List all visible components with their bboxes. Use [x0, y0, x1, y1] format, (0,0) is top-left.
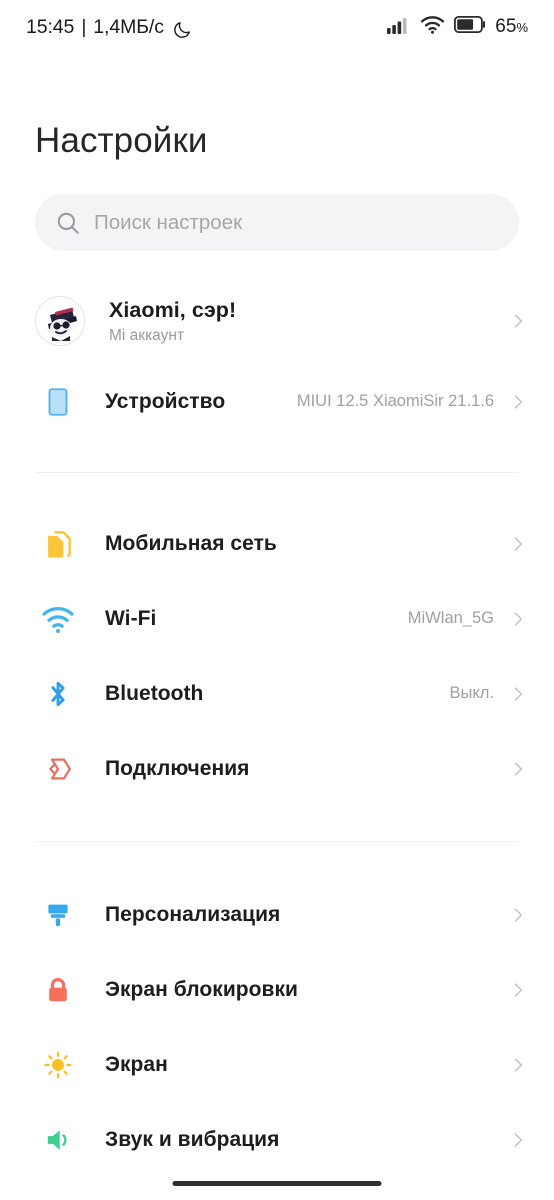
chevron-right-icon: [508, 759, 528, 779]
settings-item-label: Персонализация: [105, 902, 281, 926]
lock-icon: [35, 967, 81, 1013]
sound-labels: Звук и вибрация: [105, 1128, 494, 1152]
battery-percent-sign: %: [516, 20, 528, 35]
status-bar-clock: 15:45: [26, 15, 75, 38]
settings-item-wifi[interactable]: Wi-Fi MiWlan_5G: [0, 581, 554, 656]
settings-item-device[interactable]: Устройство MIUI 12.5 XiaomiSir 21.1.6: [0, 364, 554, 439]
settings-item-value: Выкл.: [449, 684, 494, 702]
settings-item-value: MIUI 12.5 XiaomiSir 21.1.6: [296, 392, 494, 410]
bluetooth-labels: Bluetooth: [105, 682, 450, 706]
display-labels: Экран: [105, 1053, 494, 1077]
settings-item-sound-vibration[interactable]: Звук и вибрация: [0, 1102, 554, 1177]
home-indicator[interactable]: [172, 1181, 382, 1186]
settings-item-display[interactable]: Экран: [0, 1027, 554, 1102]
mobile-network-labels: Мобильная сеть: [105, 532, 494, 556]
paintbrush-icon: [35, 892, 81, 938]
status-bar: 15:45 | 1,4МБ/с 65%: [0, 0, 554, 54]
battery-percentage: 65%: [495, 16, 528, 38]
search-input[interactable]: Поиск настроек: [35, 194, 519, 251]
settings-item-connections[interactable]: Подключения: [0, 731, 554, 806]
settings-item-label: Экран: [105, 1052, 168, 1076]
settings-item-personalization[interactable]: Персонализация: [0, 877, 554, 952]
moon-icon: [173, 20, 192, 39]
chevron-right-icon: [508, 534, 528, 554]
battery-level-value: 65: [495, 16, 517, 37]
settings-screen: 15:45 | 1,4МБ/с 65% Настройки Поиск наст…: [0, 0, 554, 1200]
settings-item-label: Экран блокировки: [105, 977, 299, 1001]
search-icon: [55, 210, 81, 236]
bluetooth-icon: [35, 671, 81, 717]
wifi-icon: [35, 596, 81, 642]
chevron-right-icon: [508, 980, 528, 1000]
status-bar-network-speed: 1,4МБ/с: [93, 15, 164, 38]
settings-item-label: Подключения: [105, 756, 250, 780]
account-row[interactable]: Xiaomi, сэр! Mi аккаунт: [0, 278, 554, 364]
chevron-right-icon: [508, 684, 528, 704]
account-name: Xiaomi, сэр!: [109, 297, 237, 322]
connections-labels: Подключения: [105, 757, 494, 781]
personalization-labels: Персонализация: [105, 903, 494, 927]
connections-icon: [35, 746, 81, 792]
status-bar-left: 15:45 | 1,4МБ/с: [26, 16, 192, 39]
lock-screen-labels: Экран блокировки: [105, 978, 494, 1002]
search-placeholder: Поиск настроек: [94, 210, 243, 234]
device-icon: [35, 379, 81, 425]
settings-item-mobile-network[interactable]: Мобильная сеть: [0, 506, 554, 581]
status-bar-separator: |: [81, 15, 87, 38]
device-labels: Устройство: [105, 390, 297, 414]
account-labels: Xiaomi, сэр! Mi аккаунт: [109, 298, 508, 345]
settings-item-lock-screen[interactable]: Экран блокировки: [0, 952, 554, 1027]
settings-item-bluetooth[interactable]: Bluetooth Выкл.: [0, 656, 554, 731]
page-title: Настройки: [35, 121, 208, 160]
settings-item-label: Устройство: [105, 389, 226, 413]
chevron-right-icon: [508, 905, 528, 925]
cellular-signal-icon: [387, 16, 411, 39]
settings-list: Xiaomi, сэр! Mi аккаунт Устройство MIUI …: [0, 278, 554, 1177]
sun-icon: [35, 1042, 81, 1088]
settings-item-label: Звук и вибрация: [105, 1127, 280, 1151]
chevron-right-icon: [508, 609, 528, 629]
wifi-icon: [420, 15, 445, 39]
avatar: [35, 296, 85, 346]
speaker-icon: [35, 1117, 81, 1163]
chevron-right-icon: [508, 1055, 528, 1075]
chevron-right-icon: [508, 392, 528, 412]
wifi-labels: Wi-Fi: [105, 607, 408, 631]
status-bar-right: 65%: [387, 15, 528, 39]
avatar-wrap: [35, 296, 85, 346]
battery-icon: [454, 15, 486, 38]
chevron-right-icon: [508, 311, 528, 331]
settings-item-label: Wi-Fi: [105, 606, 157, 630]
sim-card-icon: [35, 521, 81, 567]
settings-item-label: Мобильная сеть: [105, 531, 277, 555]
chevron-right-icon: [508, 1130, 528, 1150]
settings-item-value: MiWlan_5G: [407, 609, 494, 627]
account-subtitle: Mi аккаунт: [109, 326, 185, 344]
settings-item-label: Bluetooth: [105, 681, 204, 705]
